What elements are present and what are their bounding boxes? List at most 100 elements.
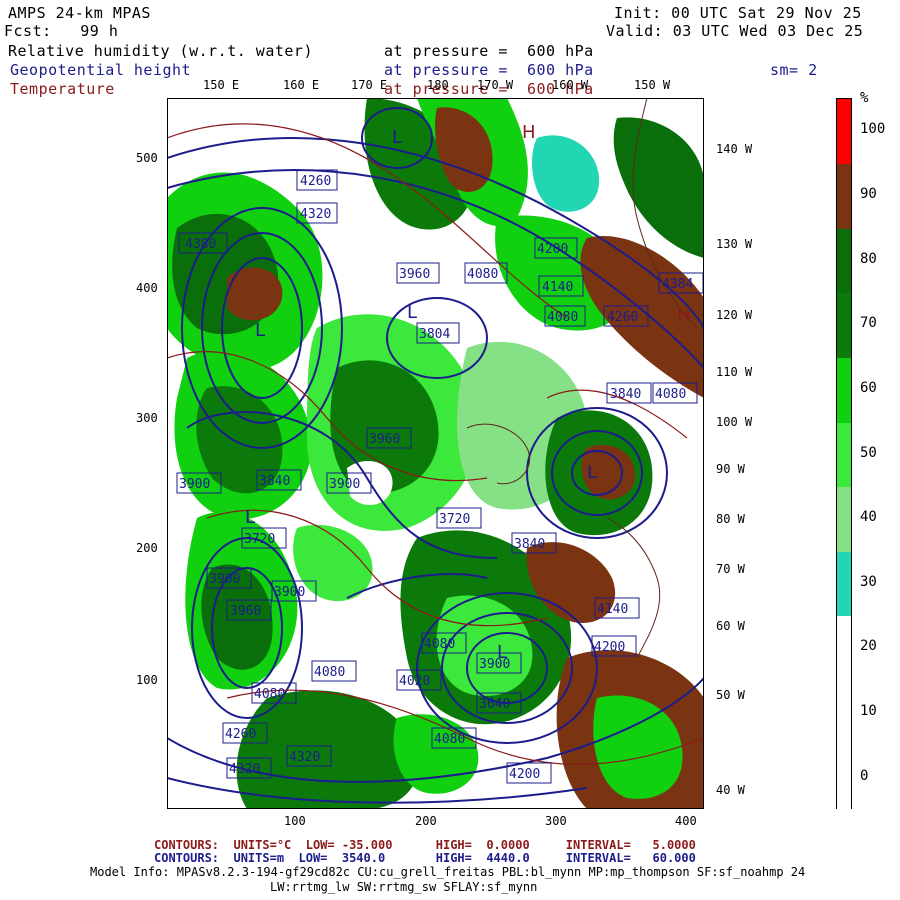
colorbar-segment	[837, 616, 851, 682]
height-label: 4080	[314, 665, 345, 680]
colorbar	[836, 98, 852, 811]
colorbar-level-label: 100	[860, 121, 886, 138]
height-label: 3960	[369, 432, 400, 447]
colorbar-segment	[837, 99, 851, 164]
height-label: 4260	[300, 174, 331, 189]
height-label: 4200	[594, 640, 625, 655]
low-marker: L	[497, 642, 507, 663]
lon-label-right: 140 W	[716, 142, 753, 156]
lon-label-top: 160 E	[283, 78, 320, 92]
height-label: 4384	[662, 277, 693, 292]
low-marker: L	[245, 507, 255, 528]
lon-label-right: 60 W	[716, 619, 745, 633]
high-marker: H	[522, 122, 536, 143]
colorbar-level-label: 30	[860, 573, 877, 590]
colorbar-segment	[837, 292, 851, 358]
colorbar-segment	[837, 680, 851, 746]
colorbar-segment	[837, 163, 851, 229]
colorbar-segment	[837, 745, 851, 811]
colorbar-segment	[837, 357, 851, 423]
x-axis-label: 100	[284, 814, 306, 828]
colorbar-level-label: 80	[860, 250, 877, 267]
model-info-line2: LW:rrtmg_lw SW:rrtmg_sw SFLAY:sf_mynn	[270, 880, 538, 894]
x-axis-label: 300	[545, 814, 567, 828]
height-contour-info: CONTOURS: UNITS=m LOW= 3540.0 HIGH= 4440…	[154, 851, 696, 865]
forecast-hour: Fcst: 99 h	[4, 22, 119, 40]
height-label: 4020	[399, 674, 430, 689]
lon-label-right: 80 W	[716, 512, 745, 526]
x-axis-label: 400	[675, 814, 697, 828]
lon-label-right: 50 W	[716, 688, 745, 702]
lon-label-top: 170 W	[477, 78, 514, 92]
colorbar-level-label: 60	[860, 379, 877, 396]
height-label: 4260	[225, 727, 256, 742]
height-label: 3720	[439, 512, 470, 527]
height-label: 4200	[509, 767, 540, 782]
height-label: 4260	[607, 310, 638, 325]
height-label: 3900	[274, 585, 305, 600]
y-axis-label: 100	[136, 673, 158, 687]
height-label: 3960	[230, 604, 261, 619]
lon-label-right: 70 W	[716, 562, 745, 576]
height-label: 3720	[244, 532, 275, 547]
height-label: 3840	[514, 537, 545, 552]
lon-label-top: 170 E	[351, 78, 388, 92]
gh-pressure: at pressure = 600 hPa	[384, 61, 594, 79]
lon-label-right: 120 W	[716, 308, 753, 322]
height-label: 4140	[542, 280, 573, 295]
init-time: Init: 00 UTC Sat 29 Nov 25	[614, 4, 862, 22]
height-label: 3840	[610, 387, 641, 402]
colorbar-level-label: 0	[860, 767, 869, 784]
y-axis-label: 200	[136, 541, 158, 555]
height-label: 4320	[229, 762, 260, 777]
colorbar-level-label: 10	[860, 703, 877, 720]
rh-pressure: at pressure = 600 hPa	[384, 42, 594, 60]
y-axis-label: 300	[136, 411, 158, 425]
height-label: 3900	[209, 572, 240, 587]
lon-label-right: 40 W	[716, 783, 745, 797]
height-label: 4080	[547, 310, 578, 325]
height-label: 3640	[479, 697, 510, 712]
colorbar-level-label: 90	[860, 185, 877, 202]
weather-map: 4260 4320 4380 4200 3960 4080 4384 4140 …	[166, 97, 705, 809]
temp-field-label: Temperature	[10, 80, 115, 98]
height-label: 4320	[300, 207, 331, 222]
low-marker: L	[255, 320, 265, 341]
colorbar-level-label: 50	[860, 444, 877, 461]
model-title: AMPS 24-km MPAS	[8, 4, 151, 22]
lon-label-right: 100 W	[716, 415, 753, 429]
height-label: 3960	[399, 267, 430, 282]
height-label: 4080	[254, 687, 285, 702]
y-axis-label: 400	[136, 281, 158, 295]
colorbar-segment	[837, 422, 851, 488]
colorbar-unit: %	[860, 90, 869, 106]
gh-field-label: Geopotential height	[10, 61, 192, 79]
height-label: 4320	[289, 750, 320, 765]
rh-field-label: Relative humidity (w.r.t. water)	[8, 42, 313, 60]
low-marker: L	[392, 127, 402, 148]
height-label: 3900	[179, 477, 210, 492]
colorbar-segment	[837, 551, 851, 617]
lon-label-right: 110 W	[716, 365, 753, 379]
lon-label-top: 150 W	[634, 78, 671, 92]
lon-label-top: 180	[427, 78, 449, 92]
colorbar-level-label: 20	[860, 638, 877, 655]
height-label: 3840	[259, 474, 290, 489]
low-marker: L	[407, 302, 417, 323]
height-label: 4140	[597, 602, 628, 617]
lon-label-top: 160 W	[552, 78, 589, 92]
height-label: 4080	[467, 267, 498, 282]
lon-label-top: 150 E	[203, 78, 240, 92]
valid-time: Valid: 03 UTC Wed 03 Dec 25	[606, 22, 864, 40]
low-marker: L	[587, 462, 597, 483]
colorbar-segment	[837, 486, 851, 552]
height-label: 4080	[434, 732, 465, 747]
height-label: 4080	[655, 387, 686, 402]
height-label: 4380	[185, 237, 216, 252]
colorbar-segment	[837, 228, 851, 294]
x-axis-label: 200	[415, 814, 437, 828]
colorbar-level-label: 40	[860, 509, 877, 526]
high-marker: H	[677, 304, 691, 325]
height-label: 4200	[537, 242, 568, 257]
height-label: 3900	[329, 477, 360, 492]
